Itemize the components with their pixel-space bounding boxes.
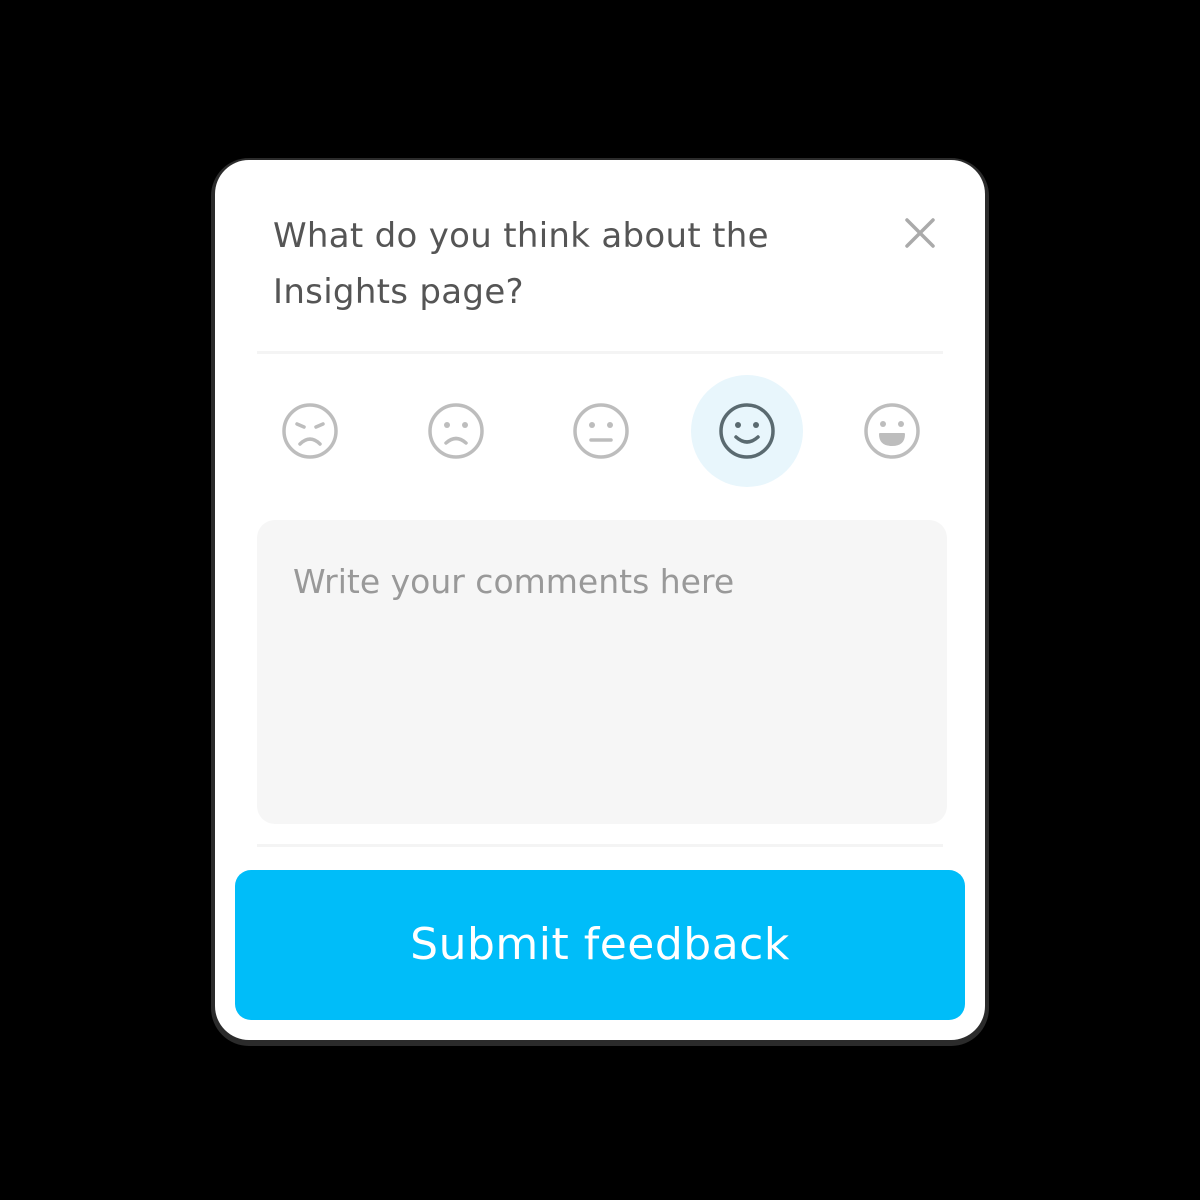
comments-placeholder: Write your comments here xyxy=(293,562,735,601)
rating-option-2[interactable] xyxy=(400,375,512,487)
close-button[interactable] xyxy=(899,212,941,254)
header-divider xyxy=(257,351,943,354)
rating-option-4[interactable] xyxy=(691,375,803,487)
rating-option-1[interactable] xyxy=(254,375,366,487)
rating-option-3[interactable] xyxy=(545,375,657,487)
very-dissatisfied-face-icon xyxy=(282,403,338,459)
neutral-face-icon xyxy=(573,403,629,459)
dissatisfied-face-icon xyxy=(428,403,484,459)
submit-feedback-button[interactable]: Submit feedback xyxy=(235,870,965,1020)
rating-option-5[interactable] xyxy=(836,375,948,487)
footer-divider xyxy=(257,844,943,847)
very-satisfied-face-icon xyxy=(864,403,920,459)
close-icon xyxy=(905,218,935,248)
feedback-question: What do you think about the Insights pag… xyxy=(273,216,769,312)
comments-textarea[interactable]: Write your comments here xyxy=(257,520,947,824)
satisfied-face-icon xyxy=(719,403,775,459)
feedback-dialog: What do you think about the Insights pag… xyxy=(215,160,985,1040)
rating-row xyxy=(215,375,985,491)
